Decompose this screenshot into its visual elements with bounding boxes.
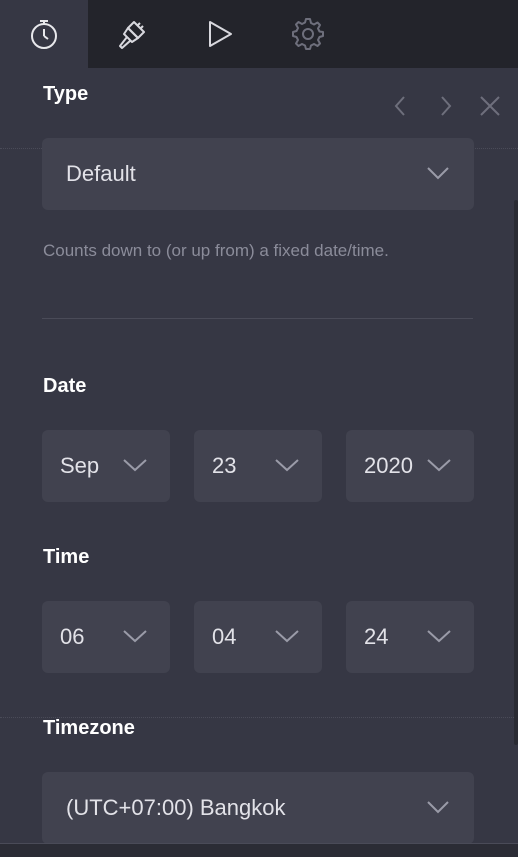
close-button[interactable]: [476, 92, 504, 120]
next-button[interactable]: [432, 92, 460, 120]
chevron-left-icon: [394, 96, 405, 116]
chevron-down-icon: [427, 167, 449, 180]
chevron-down-icon: [275, 459, 299, 472]
chevron-right-icon: [441, 96, 452, 116]
close-icon: [480, 96, 500, 116]
second-select[interactable]: 24: [346, 601, 474, 673]
timezone-label: Timezone: [43, 717, 135, 739]
second-select-value: 24: [364, 624, 389, 649]
timezone-select[interactable]: (UTC+07:00) Bangkok: [42, 772, 474, 844]
time-label: Time: [43, 546, 90, 568]
timezone-select-value: (UTC+07:00) Bangkok: [66, 795, 286, 820]
type-description: Counts down to (or up from) a fixed date…: [43, 241, 389, 260]
scrollbar[interactable]: [514, 200, 518, 745]
paint-brush-icon: [119, 21, 145, 49]
previous-button[interactable]: [386, 92, 414, 120]
section-divider: [42, 318, 473, 319]
minute-select-value: 04: [212, 624, 237, 649]
bottom-edge: [0, 843, 518, 857]
play-icon: [209, 21, 232, 47]
type-label: Type: [43, 83, 89, 105]
tab-bar: [0, 0, 518, 68]
tab-preview[interactable]: [176, 0, 264, 68]
chevron-down-icon: [123, 630, 147, 643]
year-select[interactable]: 2020: [346, 430, 474, 502]
stopwatch-icon: [31, 20, 57, 49]
chevron-down-icon: [427, 459, 451, 472]
date-label: Date: [43, 375, 87, 397]
hour-select-value: 06: [60, 624, 85, 649]
day-select[interactable]: 23: [194, 430, 322, 502]
year-select-value: 2020: [364, 453, 413, 478]
tab-settings[interactable]: [264, 0, 352, 68]
gear-icon: [292, 18, 324, 50]
type-select-value: Default: [66, 161, 136, 186]
month-select-value: Sep: [60, 453, 100, 478]
chevron-down-icon: [427, 801, 449, 814]
tab-style[interactable]: [88, 0, 176, 68]
minute-select[interactable]: 04: [194, 601, 322, 673]
chevron-down-icon: [427, 630, 451, 643]
hour-select[interactable]: 06: [42, 601, 170, 673]
day-select-value: 23: [212, 453, 237, 478]
chevron-down-icon: [275, 630, 299, 643]
chevron-down-icon: [123, 459, 147, 472]
month-select[interactable]: Sep: [42, 430, 170, 502]
type-select[interactable]: Default: [42, 138, 474, 210]
tab-timer[interactable]: [0, 0, 88, 68]
